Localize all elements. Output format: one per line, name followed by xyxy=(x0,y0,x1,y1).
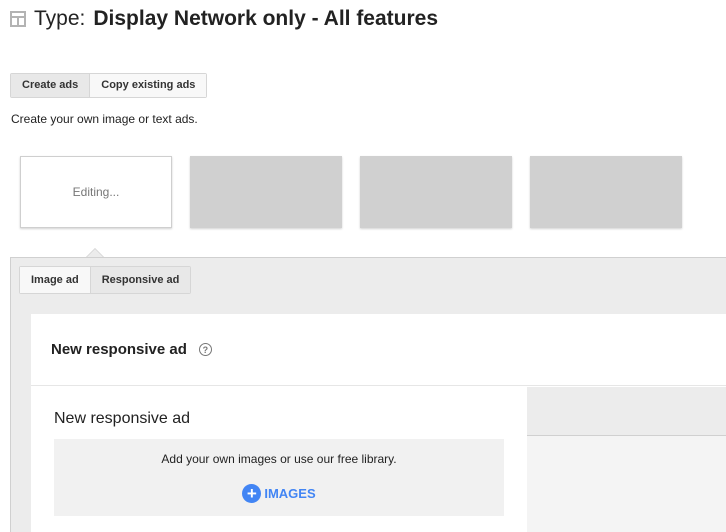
ad-editor-form: New responsive ad Add your own images or… xyxy=(31,387,527,532)
layout-icon xyxy=(10,11,26,27)
ad-thumbnail-placeholder[interactable] xyxy=(360,156,512,228)
drop-area-text: Add your own images or use our free libr… xyxy=(161,452,397,466)
panel-pointer xyxy=(86,248,104,257)
responsive-ad-card: New responsive ad ? New responsive ad Ad… xyxy=(31,314,726,532)
card-header: New responsive ad ? xyxy=(31,314,726,386)
description-text: Create your own image or text ads. xyxy=(11,112,198,126)
add-images-button[interactable]: + IMAGES xyxy=(54,484,504,503)
editor-title: New responsive ad xyxy=(54,410,191,427)
preview-area xyxy=(527,436,726,532)
ad-thumbnail-editing[interactable]: Editing... xyxy=(20,156,172,228)
image-ad-tab[interactable]: Image ad xyxy=(20,267,90,293)
copy-existing-ads-tab[interactable]: Copy existing ads xyxy=(89,74,207,97)
type-value: Display Network only - All features xyxy=(93,7,439,30)
editing-label: Editing... xyxy=(72,185,120,199)
responsive-ad-tab[interactable]: Responsive ad xyxy=(89,267,191,293)
create-ads-tab[interactable]: Create ads xyxy=(11,74,90,97)
ad-thumbnail-placeholder[interactable] xyxy=(530,156,682,228)
ad-thumbnail-placeholder[interactable] xyxy=(190,156,342,228)
page-header: Type: Display Network only - All feature… xyxy=(10,6,438,32)
image-drop-area[interactable]: Add your own images or use our free libr… xyxy=(54,439,504,516)
help-icon[interactable]: ? xyxy=(198,343,212,356)
card-title: New responsive ad xyxy=(51,341,187,358)
ad-type-tabs: Image ad Responsive ad xyxy=(19,266,192,294)
add-images-label: IMAGES xyxy=(264,486,316,501)
type-label: Type: xyxy=(34,7,86,30)
mode-tabs: Create ads Copy existing ads xyxy=(10,73,208,98)
preview-header xyxy=(527,387,726,436)
plus-circle-icon: + xyxy=(242,484,262,503)
